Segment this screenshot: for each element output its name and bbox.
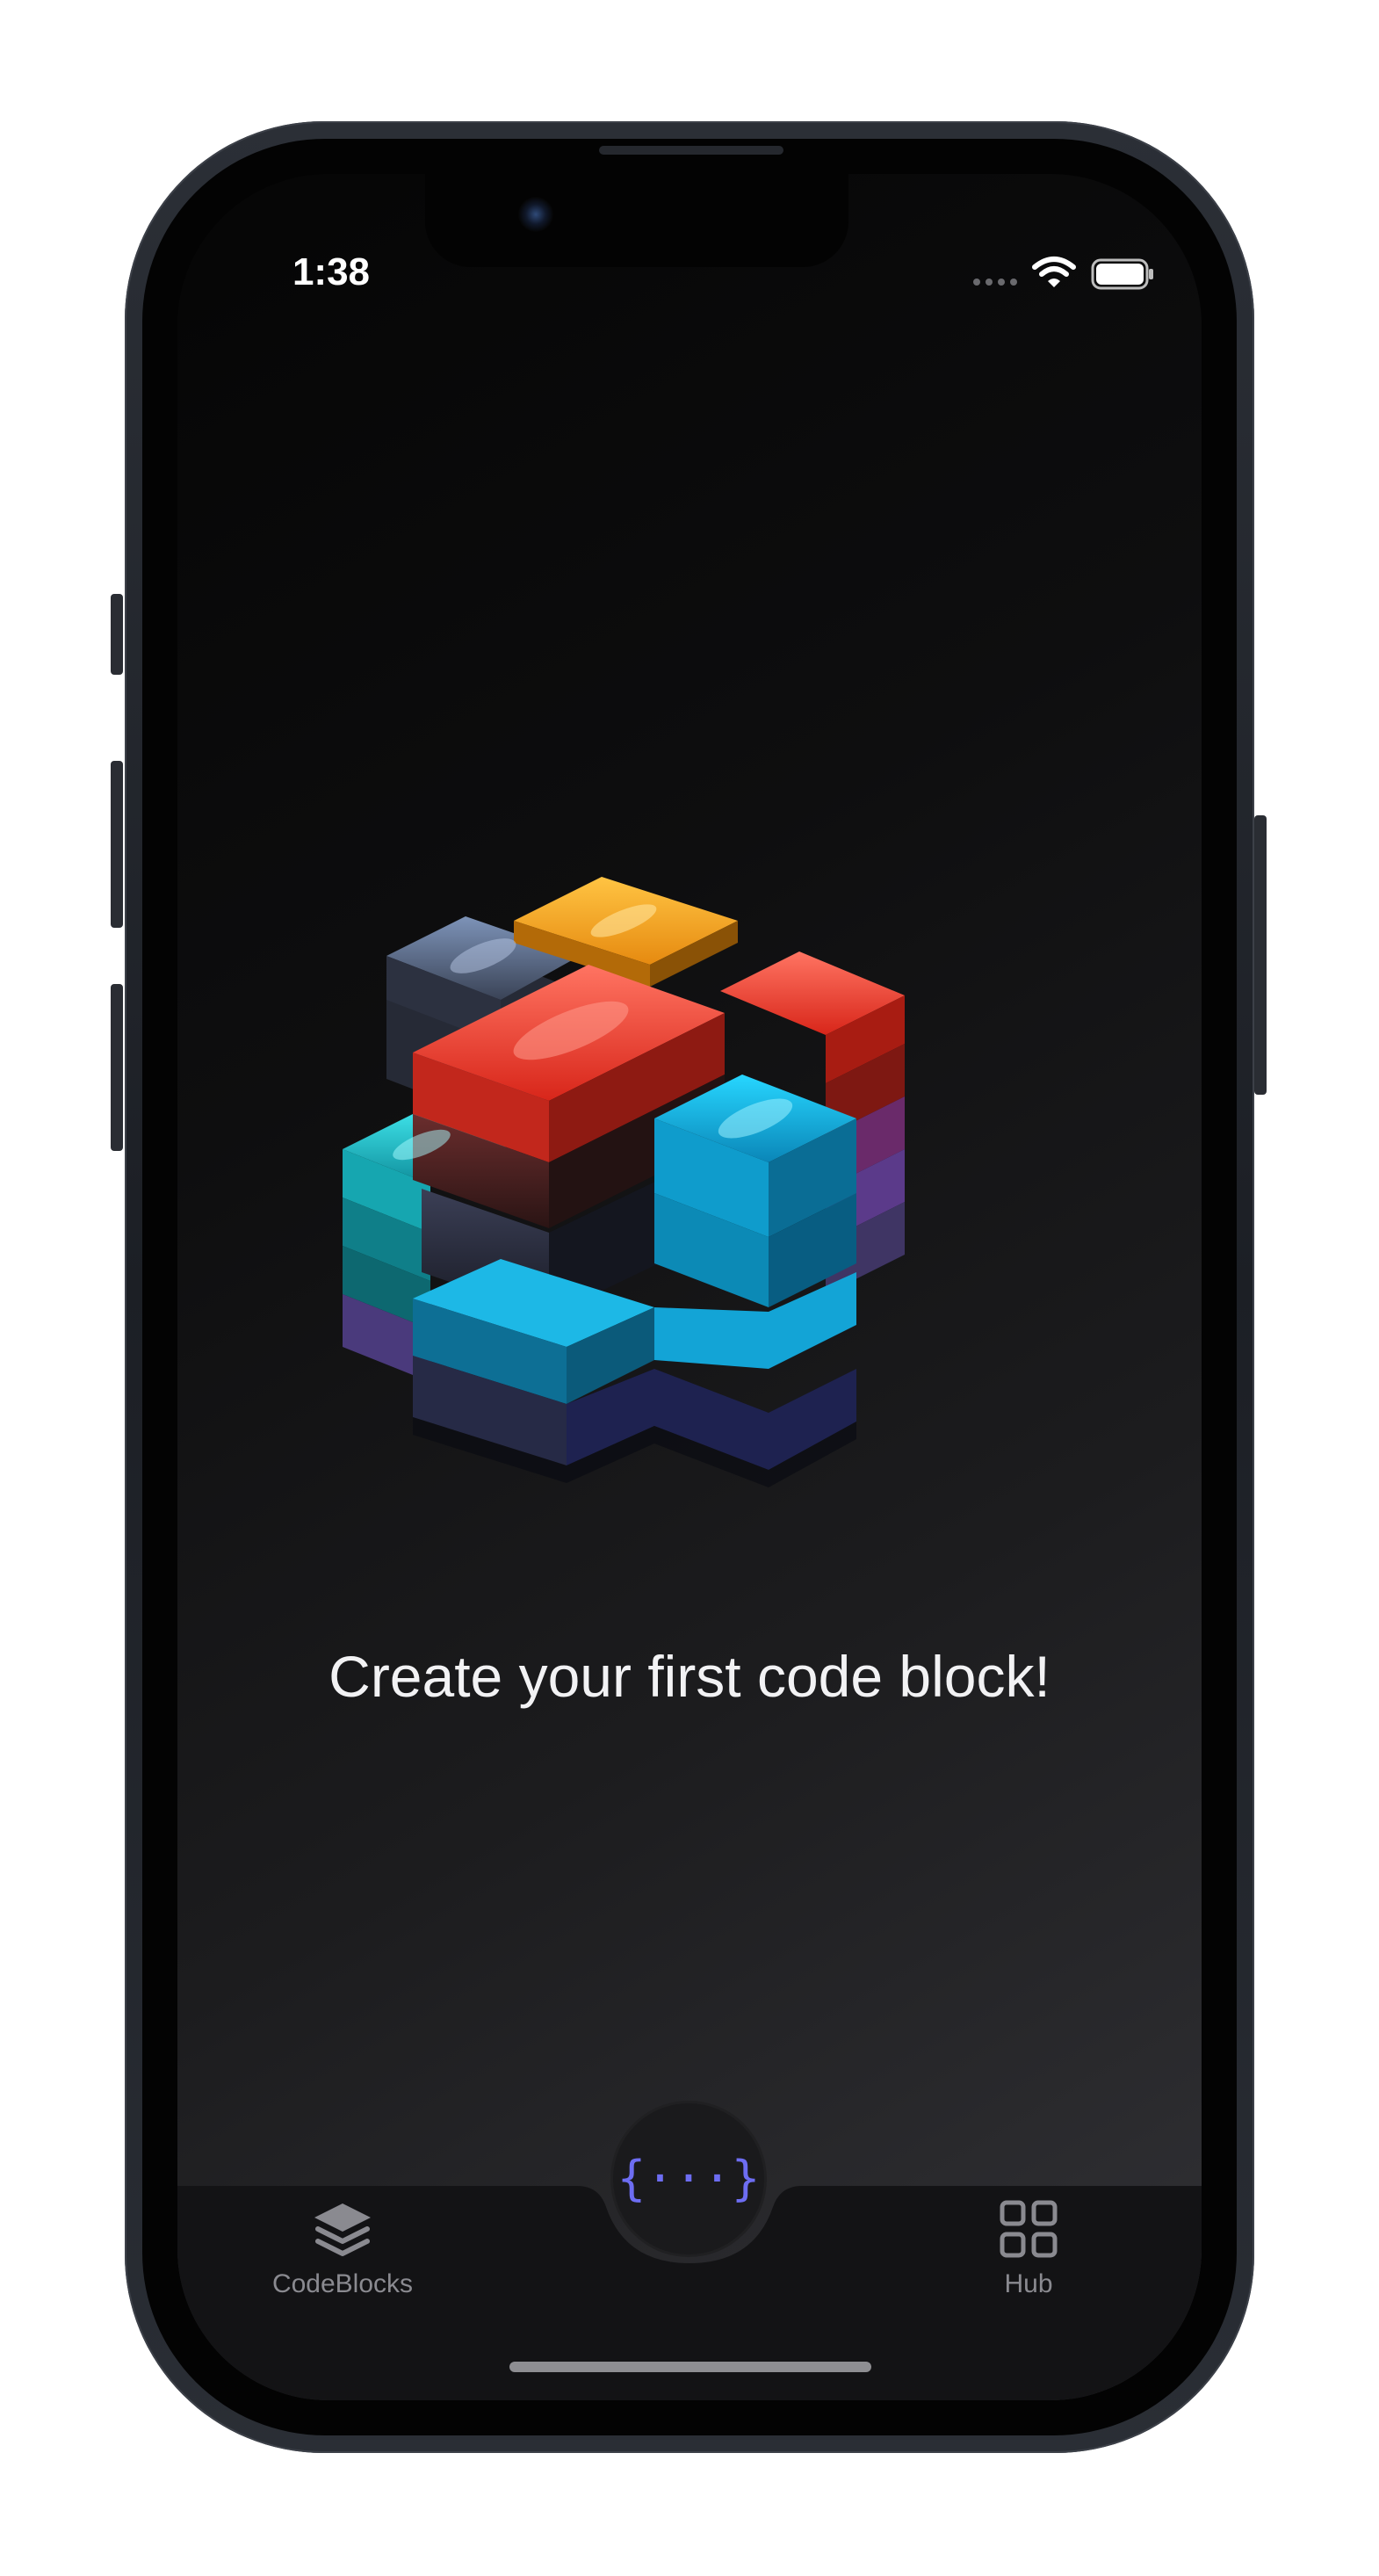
code-braces-icon: {···} <box>617 2151 761 2206</box>
layers-icon[interactable] <box>309 2196 376 2263</box>
app-screen: 1:38 Create your first code block! {···}… <box>177 174 1202 2400</box>
empty-state-headline: Create your first code block! <box>329 1644 1050 1709</box>
front-camera-icon <box>518 197 553 232</box>
tab-codeblocks[interactable]: CodeBlocks <box>255 2267 430 2302</box>
battery-icon <box>1091 258 1153 290</box>
cellular-signal-icon <box>973 274 1022 290</box>
home-indicator[interactable] <box>509 2362 871 2372</box>
create-code-block-button[interactable]: {···} <box>613 2103 764 2254</box>
notch <box>425 174 848 267</box>
volume-down-button <box>111 984 123 1151</box>
code-blocks-illustration <box>343 877 905 1487</box>
power-button <box>1254 815 1267 1095</box>
wifi-icon <box>1032 257 1076 287</box>
status-indicators <box>973 255 1168 293</box>
phone-frame: 1:38 Create your first code block! {···}… <box>125 121 1254 2453</box>
grid-icon[interactable] <box>1000 2200 1058 2258</box>
mute-switch <box>111 594 123 675</box>
status-time: 1:38 <box>292 250 371 293</box>
earpiece-speaker <box>599 146 783 155</box>
volume-up-button <box>111 761 123 928</box>
tab-hub[interactable]: Hub <box>985 2267 1072 2302</box>
